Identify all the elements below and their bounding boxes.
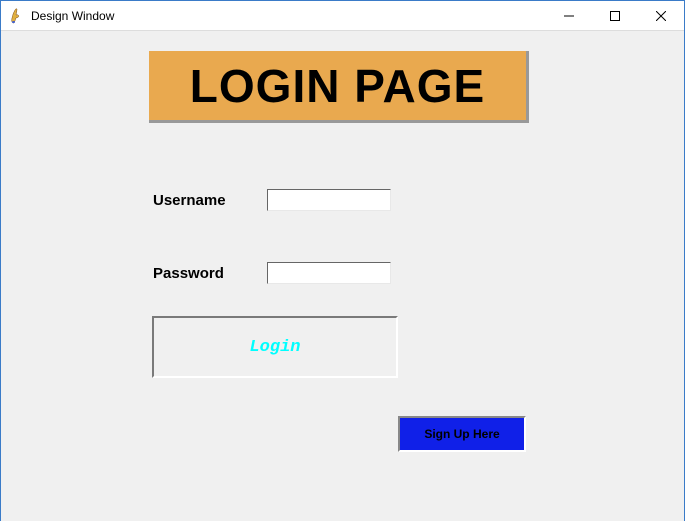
app-icon	[9, 8, 25, 24]
window-titlebar: Design Window	[1, 1, 684, 31]
signup-button[interactable]: Sign Up Here	[398, 416, 526, 452]
maximize-button[interactable]	[592, 1, 638, 30]
username-input[interactable]	[267, 189, 391, 211]
password-input[interactable]	[267, 262, 391, 284]
close-button[interactable]	[638, 1, 684, 30]
page-title: LOGIN PAGE	[149, 51, 529, 123]
window-controls	[546, 1, 684, 30]
window-title: Design Window	[29, 9, 546, 23]
login-button[interactable]: Login	[152, 316, 398, 378]
username-label: Username	[153, 192, 226, 209]
client-area: LOGIN PAGE Username Password Login Sign …	[1, 31, 684, 521]
minimize-button[interactable]	[546, 1, 592, 30]
password-label: Password	[153, 265, 224, 282]
